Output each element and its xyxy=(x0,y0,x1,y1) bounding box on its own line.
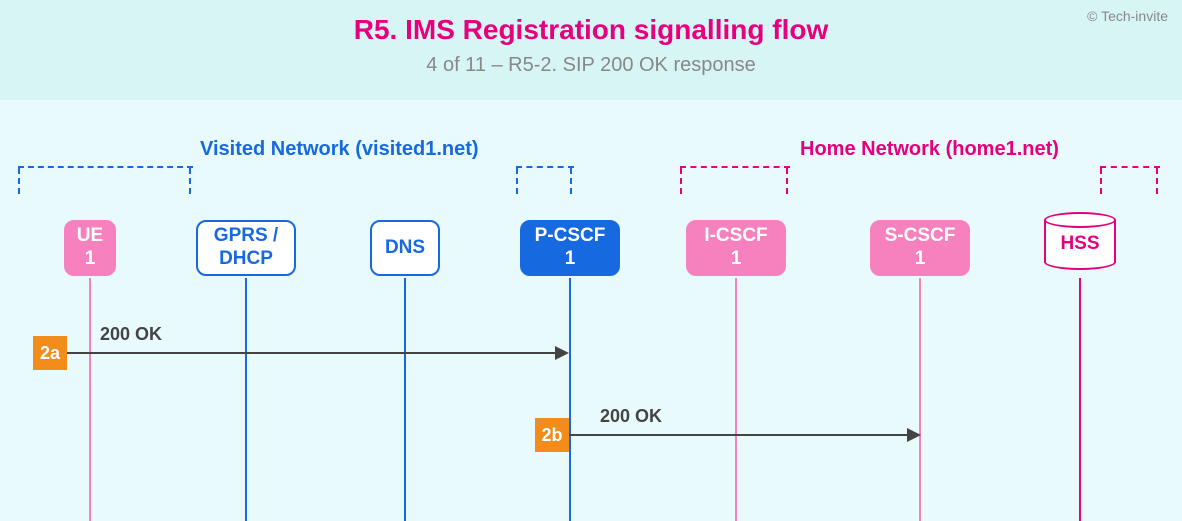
diagram-header: R5. IMS Registration signalling flow 4 o… xyxy=(0,0,1182,100)
step-badge-2a: 2a xyxy=(33,336,67,370)
diagram-subtitle: 4 of 11 – R5-2. SIP 200 OK response xyxy=(0,54,1182,77)
home-network-label: Home Network (home1.net) xyxy=(800,138,1059,161)
node-hss: HSS xyxy=(1044,212,1116,270)
node-scscf1: S-CSCF 1 xyxy=(870,220,970,276)
lifeline-dns xyxy=(404,278,406,521)
node-gprs-dhcp: GPRS / DHCP xyxy=(196,220,296,276)
lifeline-pcscf1 xyxy=(569,278,571,521)
arrowhead-2b xyxy=(907,428,921,442)
lifeline-gprs xyxy=(245,278,247,521)
message-label-2a: 200 OK xyxy=(100,324,162,345)
step-badge-2b: 2b xyxy=(535,418,569,452)
lifeline-scscf1 xyxy=(919,278,921,521)
home-bracket-left xyxy=(680,166,790,192)
arrow-2a xyxy=(67,352,557,354)
sequence-diagram: Visited Network (visited1.net) Home Netw… xyxy=(0,100,1182,521)
visited-bracket-right xyxy=(516,166,574,192)
node-ue1: UE 1 xyxy=(64,220,116,276)
lifeline-hss xyxy=(1079,278,1081,521)
arrowhead-2a xyxy=(555,346,569,360)
visited-bracket-left xyxy=(18,166,193,192)
diagram-title: R5. IMS Registration signalling flow xyxy=(0,14,1182,46)
lifeline-icscf1 xyxy=(735,278,737,521)
cylinder-top-icon xyxy=(1044,212,1116,228)
visited-network-label: Visited Network (visited1.net) xyxy=(200,138,479,161)
copyright-text: © Tech-invite xyxy=(1087,8,1168,24)
node-icscf1: I-CSCF 1 xyxy=(686,220,786,276)
home-bracket-right xyxy=(1100,166,1160,192)
node-dns: DNS xyxy=(370,220,440,276)
lifeline-ue1 xyxy=(89,278,91,521)
node-pcscf1: P-CSCF 1 xyxy=(520,220,620,276)
message-label-2b: 200 OK xyxy=(600,406,662,427)
arrow-2b xyxy=(569,434,909,436)
